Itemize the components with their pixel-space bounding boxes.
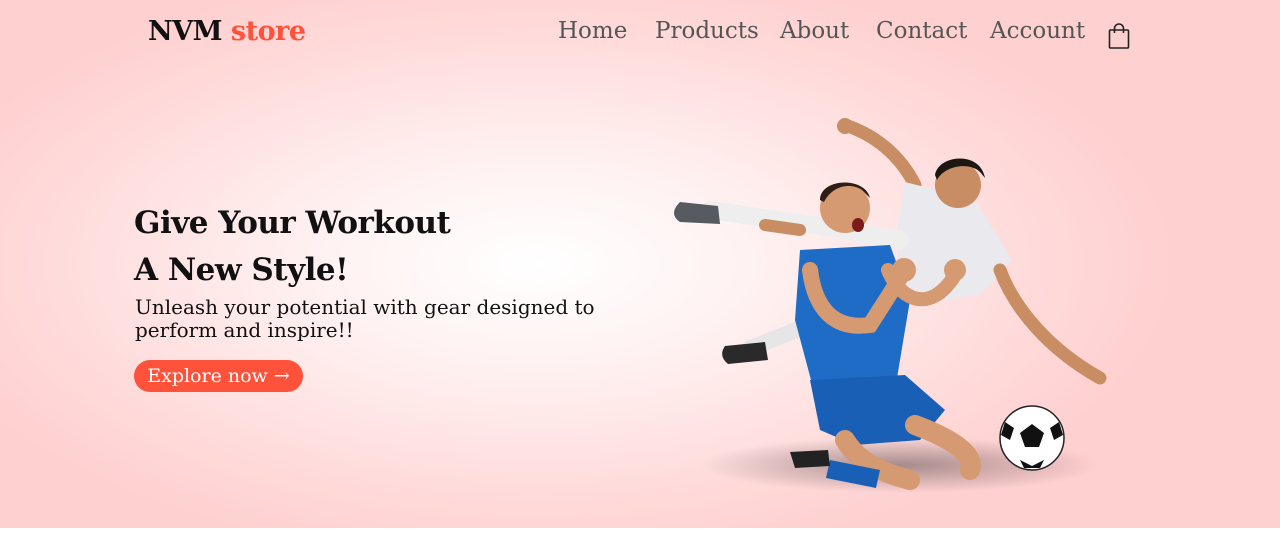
soccer-players-illustration [640, 110, 1140, 510]
nav-contact[interactable]: Contact [876, 18, 967, 44]
hero-title-line2: A New Style! [134, 252, 349, 288]
nav-home[interactable]: Home [558, 18, 627, 44]
shopping-bag-icon[interactable] [1107, 22, 1131, 50]
nav-about[interactable]: About [780, 18, 849, 44]
hero-section: NVM store Home Products About Contact Ac… [0, 0, 1280, 528]
brand-logo[interactable]: NVM store [148, 16, 306, 47]
soccer-ball [999, 405, 1065, 471]
nav-products[interactable]: Products [655, 18, 759, 44]
explore-now-button[interactable]: Explore now → [134, 360, 303, 392]
page-body-divider [0, 528, 1280, 534]
hero-title-line1: Give Your Workout [134, 205, 451, 241]
brand-name-accent: store [230, 16, 306, 47]
nav-account[interactable]: Account [990, 18, 1085, 44]
hero-subtitle: Unleash your potential with gear designe… [135, 295, 595, 342]
brand-name: NVM [148, 16, 223, 47]
